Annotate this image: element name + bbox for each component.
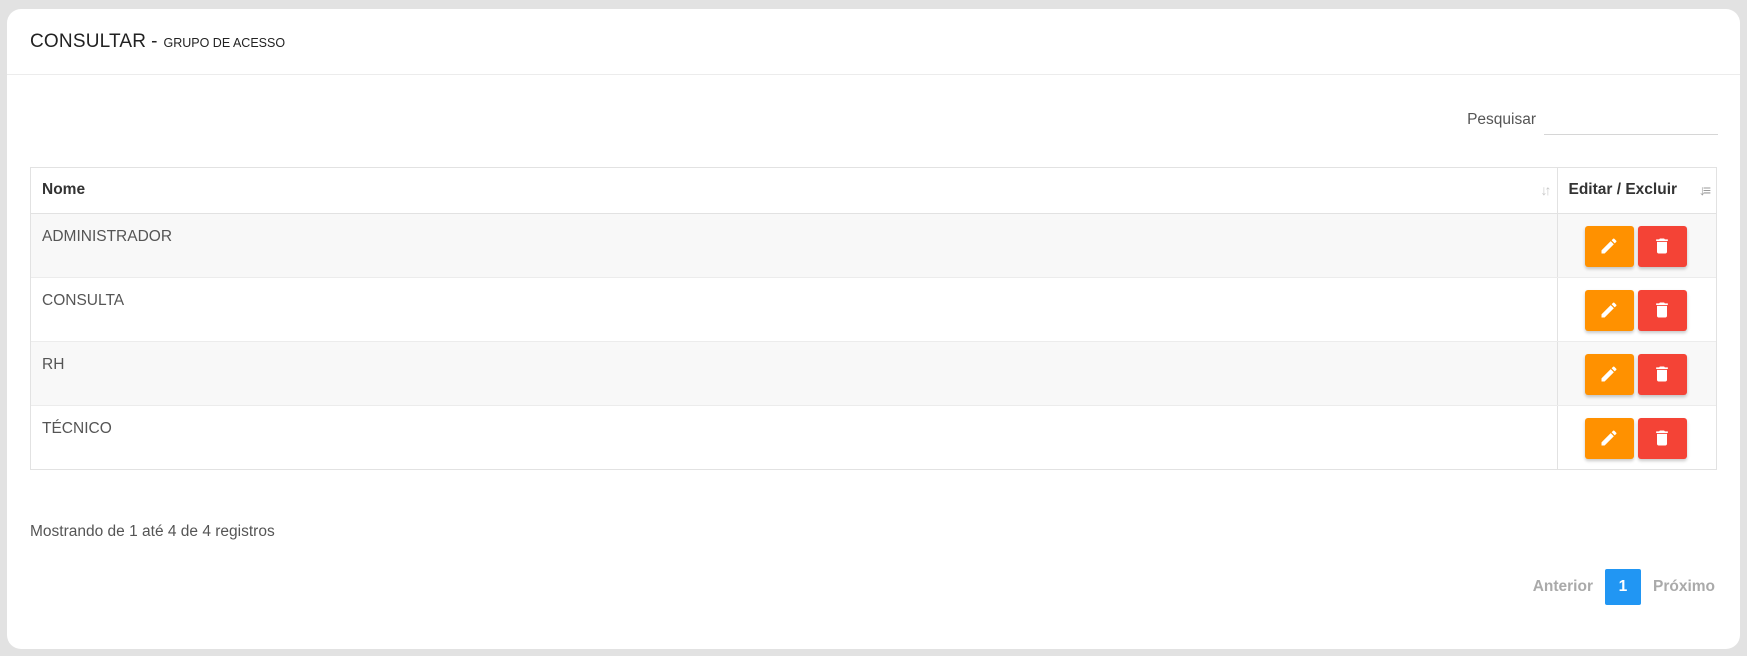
delete-button[interactable]: [1637, 289, 1687, 331]
column-header-label: Editar / Excluir: [1568, 181, 1678, 199]
pencil-icon: [1601, 366, 1617, 382]
next-page-link[interactable]: Próximo: [1641, 578, 1727, 596]
sort-asc-icon: ↓≡: [1698, 182, 1711, 199]
row-name-cell: ADMINISTRADOR: [31, 213, 1557, 278]
previous-page-link[interactable]: Anterior: [1521, 578, 1605, 596]
pencil-icon: [1601, 238, 1617, 254]
sort-both-icon: ↓↑: [1540, 182, 1552, 199]
table-row: RH: [31, 341, 1716, 406]
row-actions-cell: [1556, 341, 1716, 406]
row-actions-cell: [1556, 213, 1716, 278]
edit-button[interactable]: [1584, 353, 1634, 395]
page-1-button[interactable]: 1: [1604, 569, 1641, 605]
row-actions-cell: [1556, 405, 1716, 469]
pencil-icon: [1601, 302, 1617, 318]
search-input[interactable]: [1544, 105, 1718, 135]
trash-icon: [1656, 430, 1668, 446]
row-name-cell: RH: [31, 341, 1557, 406]
trash-icon: [1656, 238, 1668, 254]
column-header-nome[interactable]: Nome ↓↑: [31, 168, 1557, 214]
consult-card: CONSULTAR - GRUPO DE ACESSO Pesquisar No…: [7, 9, 1740, 649]
delete-button[interactable]: [1637, 225, 1687, 267]
table-row: CONSULTA: [31, 277, 1716, 342]
table-row: ADMINISTRADOR: [31, 213, 1716, 278]
trash-icon: [1656, 302, 1668, 318]
table-info: Mostrando de 1 até 4 de 4 registros: [30, 523, 275, 540]
pencil-icon: [1601, 430, 1617, 446]
pagination: Anterior 1 Próximo: [1521, 569, 1727, 605]
row-name-cell: CONSULTA: [31, 277, 1557, 342]
card-header: CONSULTAR - GRUPO DE ACESSO: [7, 9, 1740, 75]
search-label: Pesquisar: [1467, 111, 1536, 128]
edit-button[interactable]: [1584, 225, 1634, 267]
title-separator: -: [151, 30, 158, 52]
column-header-actions[interactable]: Editar / Excluir ↓≡: [1556, 168, 1716, 214]
row-name-cell: TÉCNICO: [42, 419, 112, 437]
edit-button[interactable]: [1584, 289, 1634, 331]
row-actions-cell: [1556, 277, 1716, 342]
delete-button[interactable]: [1637, 353, 1687, 395]
delete-button[interactable]: [1637, 417, 1687, 459]
table-header-row: Nome ↓↑ Editar / Excluir ↓≡: [31, 168, 1716, 214]
table-row: TÉCNICO: [31, 405, 1716, 469]
page-title: CONSULTAR: [30, 30, 147, 52]
edit-button[interactable]: [1584, 417, 1634, 459]
column-header-label: Nome: [42, 181, 86, 199]
trash-icon: [1656, 366, 1668, 382]
search-bar: Pesquisar: [1467, 105, 1718, 135]
page-subtitle: GRUPO DE ACESSO: [163, 35, 286, 50]
groups-table: Nome ↓↑ Editar / Excluir ↓≡ ADMINISTRADO…: [30, 167, 1717, 470]
